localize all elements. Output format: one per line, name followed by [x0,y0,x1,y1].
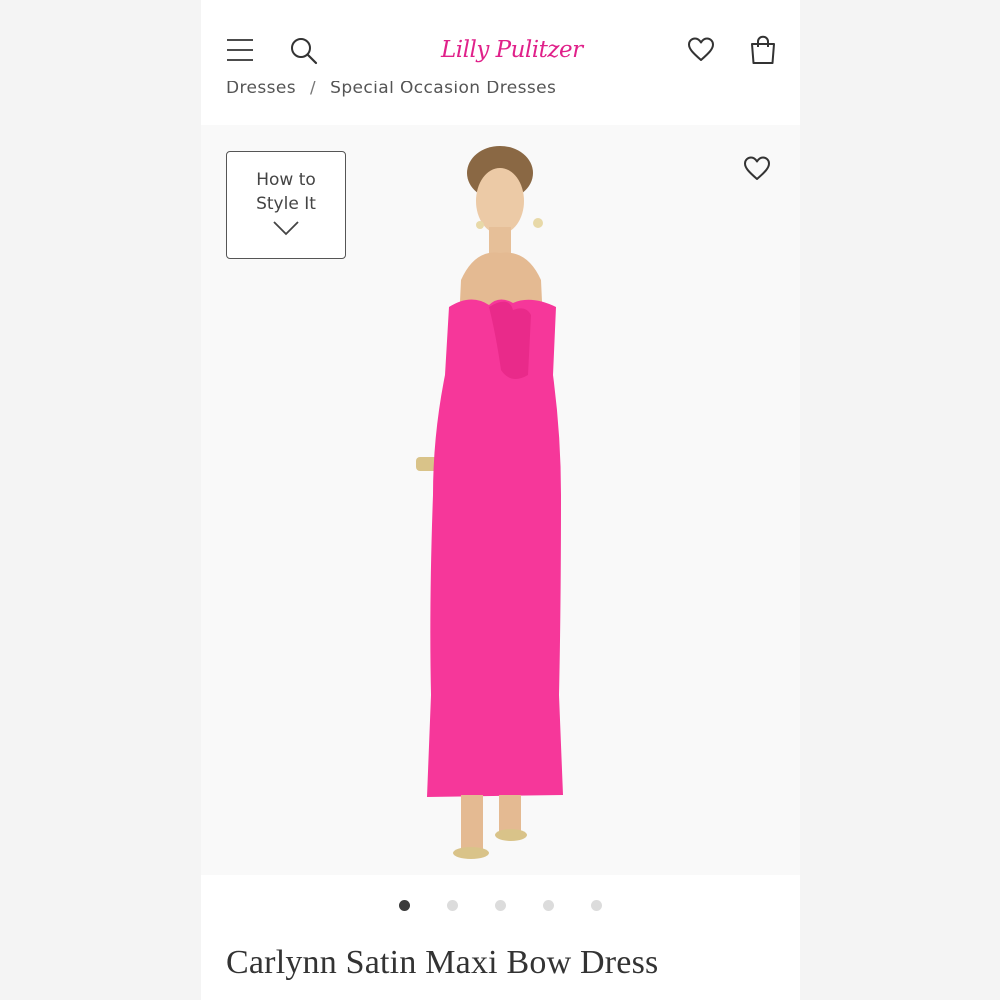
menu-icon[interactable] [226,36,254,64]
site-header: Lilly Pulitzer Dresses / Special Occasion … [201,0,800,125]
how-to-style-it-button[interactable]: How to Style It [226,151,346,259]
pagination-dot[interactable] [495,900,506,911]
product-title: Carlynn Satin Maxi Bow Dress [226,944,659,981]
product-image-gallery[interactable]: How to Style It [201,125,800,875]
image-pagination [201,900,800,920]
chevron-down-icon [273,221,299,236]
breadcrumb-separator: / [310,78,317,98]
wishlist-heart-icon[interactable] [687,36,715,64]
add-to-wishlist-heart-icon[interactable] [743,155,771,183]
pagination-dot[interactable] [591,900,602,911]
breadcrumb-link-dresses[interactable]: Dresses [226,81,296,98]
search-icon[interactable] [289,36,319,66]
brand-logo[interactable]: Lilly Pulitzer [441,22,583,78]
breadcrumb: Dresses / Special Occasion Dresses [226,78,556,100]
pagination-dot[interactable] [447,900,458,911]
pagination-dot[interactable] [543,900,554,911]
dress-shape [427,299,563,797]
product-page: Lilly Pulitzer Dresses / Special Occasion … [201,0,800,1000]
how-to-style-it-label: How to Style It [256,170,316,214]
breadcrumb-link-special-occasion[interactable]: Special Occasion Dresses [330,81,556,98]
pagination-dot[interactable] [399,900,410,911]
product-photo [416,146,563,859]
bag-icon[interactable] [749,35,777,65]
